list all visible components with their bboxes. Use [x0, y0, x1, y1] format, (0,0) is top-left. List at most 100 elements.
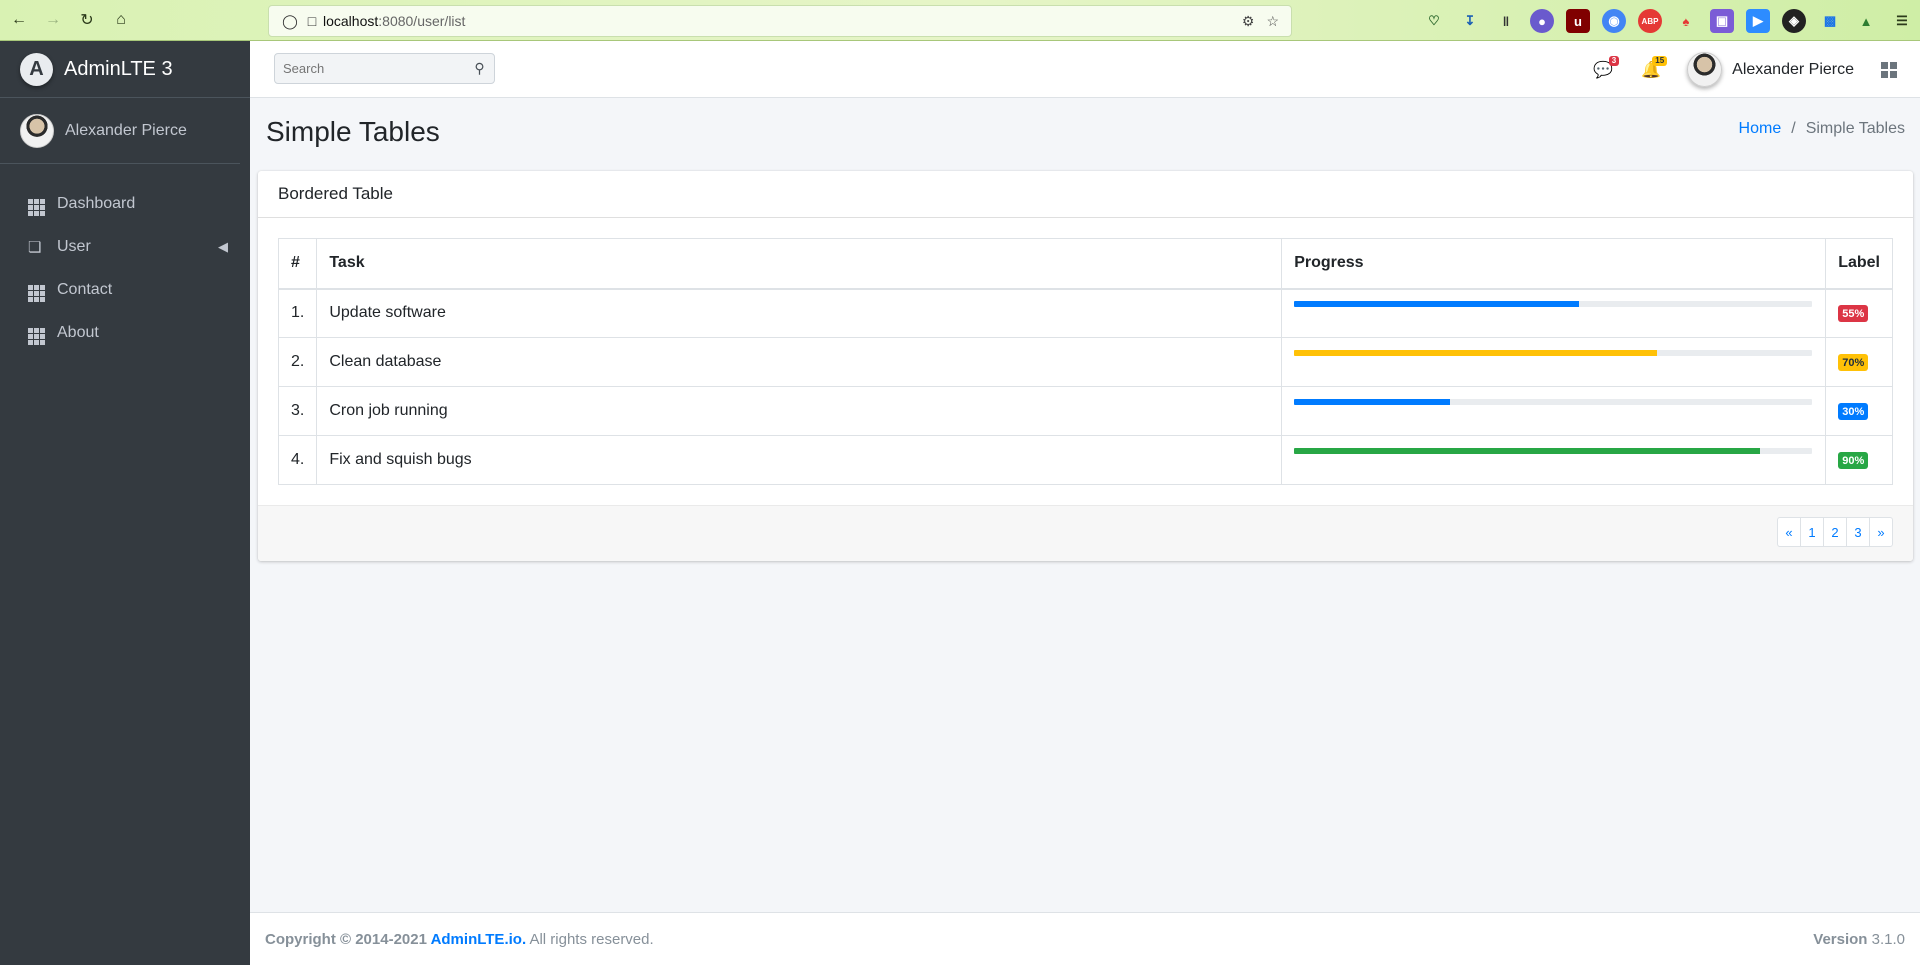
row-number: 1. [277, 288, 318, 338]
zoom-icon[interactable]: ▶ [1746, 9, 1770, 33]
save-icon[interactable]: ▩ [1818, 9, 1842, 33]
breadcrumb-active: Simple Tables [1805, 120, 1905, 137]
pagination: « 1 2 3 » [1777, 517, 1893, 547]
sidebar-user-panel[interactable]: Alexander Pierce [0, 98, 240, 164]
column-header-number: # [277, 238, 318, 290]
progress-bar [1294, 350, 1657, 356]
row-task: Cron job running [316, 386, 1283, 436]
page-next-link[interactable]: » [1869, 517, 1893, 547]
sidebar-item-dashboard[interactable]: Dashboard [0, 182, 250, 225]
search-icon[interactable]: ⚲ [465, 54, 494, 83]
avatar [20, 113, 54, 148]
forward-icon[interactable]: → [38, 5, 68, 35]
adblock-icon[interactable]: ABP [1638, 9, 1662, 33]
chrome-icon[interactable]: ◉ [1602, 9, 1626, 33]
navbar-user-menu[interactable]: Alexander Pierce [1687, 52, 1854, 87]
download-icon[interactable]: ↧ [1458, 9, 1482, 33]
progress-bar [1294, 399, 1450, 405]
table-header-row: # Task Progress Label [277, 238, 1893, 290]
bordered-table: # Task Progress Label 1. Update software… [277, 238, 1893, 485]
card-title: Bordered Table [278, 184, 393, 203]
top-navbar: ⚲ 💬 3 🔔 15 Alexander Pierce [250, 41, 1920, 98]
version-info: Version 3.1.0 [1813, 931, 1905, 948]
page-title: Simple Tables [266, 116, 440, 147]
copy-icon: ❏ [28, 238, 42, 256]
content-header: Simple Tables Home / Simple Tables [265, 112, 1905, 152]
home-icon[interactable]: ⌂ [106, 5, 136, 35]
chevron-left-icon: ◀ [218, 238, 228, 254]
extensions-bar: ♡ ↧ ‖ ● u ◉ ABP ♠ ▣ ▶ ◈ ▩ ▲ ☰ [1422, 9, 1914, 33]
card-body: # Task Progress Label 1. Update software… [258, 218, 1913, 551]
progress-track [1294, 350, 1813, 356]
sidebar-user-name[interactable]: Alexander Pierce [65, 122, 187, 140]
row-label: 70% [1825, 337, 1893, 387]
sidebar-item-user[interactable]: ❏ User ◀ [0, 225, 250, 268]
apps-grid-icon[interactable] [1874, 61, 1904, 78]
page-prev-link[interactable]: « [1777, 517, 1801, 547]
person-icon[interactable]: ♠ [1674, 9, 1698, 33]
brand-link[interactable]: A AdminLTE 3 [0, 41, 250, 98]
pocket-icon[interactable]: ♡ [1422, 9, 1446, 33]
progress-bar [1294, 448, 1761, 454]
ublock-icon[interactable]: u [1566, 9, 1590, 33]
breadcrumb-separator: / [1791, 120, 1796, 137]
navbar-right: 💬 3 🔔 15 Alexander Pierce [1579, 41, 1920, 98]
extension-icon[interactable]: ◈ [1782, 9, 1806, 33]
progress-track [1294, 399, 1813, 405]
copyright-prefix: Copyright © 2014-2021 [265, 930, 431, 948]
extension-icon[interactable]: ● [1530, 9, 1554, 33]
version-label: Version [1813, 930, 1868, 948]
library-icon[interactable]: ‖ [1494, 9, 1518, 33]
page-link-2[interactable]: 2 [1823, 517, 1847, 547]
table-row: 4. Fix and squish bugs 90% [277, 435, 1893, 485]
bell-icon[interactable]: 🔔 15 [1627, 50, 1675, 90]
row-task: Update software [316, 288, 1283, 338]
sidebar-item-label: Contact [57, 280, 113, 298]
table-row: 2. Clean database 70% [277, 337, 1893, 387]
grid-icon [28, 320, 48, 345]
sidebar-item-contact[interactable]: Contact [0, 268, 250, 311]
sidebar-item-label: About [57, 323, 99, 341]
sidebar-menu: Dashboard ❏ User ◀ Contact About [0, 182, 250, 354]
status-badge: 55% [1838, 305, 1869, 323]
row-task: Fix and squish bugs [316, 435, 1283, 485]
progress-track [1294, 448, 1813, 454]
reader-mode-icon[interactable]: ⚙ [1242, 13, 1255, 30]
row-progress [1281, 386, 1827, 436]
copyright: Copyright © 2014-2021 AdminLTE.io. All r… [265, 931, 654, 948]
page-link-1[interactable]: 1 [1800, 517, 1824, 547]
back-icon[interactable]: ← [4, 5, 34, 35]
column-header-label: Label [1825, 238, 1893, 290]
bordered-table-card: Bordered Table # Task Progress Label 1. … [258, 171, 1913, 561]
column-header-task: Task [316, 238, 1283, 290]
url-path: :8080/user/list [378, 13, 466, 29]
puzzle-icon[interactable]: ▣ [1710, 9, 1734, 33]
address-bar[interactable]: ◯ □ localhost:8080/user/list ⚙ ☆ [268, 5, 1292, 37]
copyright-suffix: All rights reserved. [526, 930, 654, 948]
breadcrumb: Home / Simple Tables [1739, 120, 1905, 138]
adminlte-link[interactable]: AdminLTE.io. [431, 931, 527, 948]
status-badge: 30% [1838, 403, 1869, 420]
sidebar-item-about[interactable]: About [0, 311, 250, 354]
row-progress [1281, 337, 1827, 387]
progress-bar [1294, 301, 1580, 308]
avatar [1687, 52, 1723, 87]
page-link-3[interactable]: 3 [1846, 517, 1870, 547]
messages-icon[interactable]: 💬 3 [1579, 50, 1627, 90]
notifications-badge: 15 [1652, 55, 1668, 66]
row-label: 30% [1825, 386, 1893, 436]
sidebar-item-label: User [57, 237, 91, 255]
breadcrumb-home-link[interactable]: Home [1739, 120, 1782, 138]
messages-badge: 3 [1608, 55, 1620, 66]
version-number: 3.1.0 [1867, 930, 1905, 948]
row-number: 4. [277, 435, 318, 485]
row-number: 2. [277, 337, 318, 387]
url-host: localhost [323, 13, 379, 29]
sidebar: A AdminLTE 3 Alexander Pierce Dashboard … [0, 41, 250, 965]
grid-icon [28, 277, 48, 302]
menu-icon[interactable]: ☰ [1890, 9, 1914, 33]
search-input[interactable] [275, 54, 465, 83]
bookmark-star-icon[interactable]: ☆ [1266, 13, 1279, 30]
reload-icon[interactable]: ↻ [72, 5, 102, 35]
extension-icon[interactable]: ▲ [1854, 9, 1878, 33]
